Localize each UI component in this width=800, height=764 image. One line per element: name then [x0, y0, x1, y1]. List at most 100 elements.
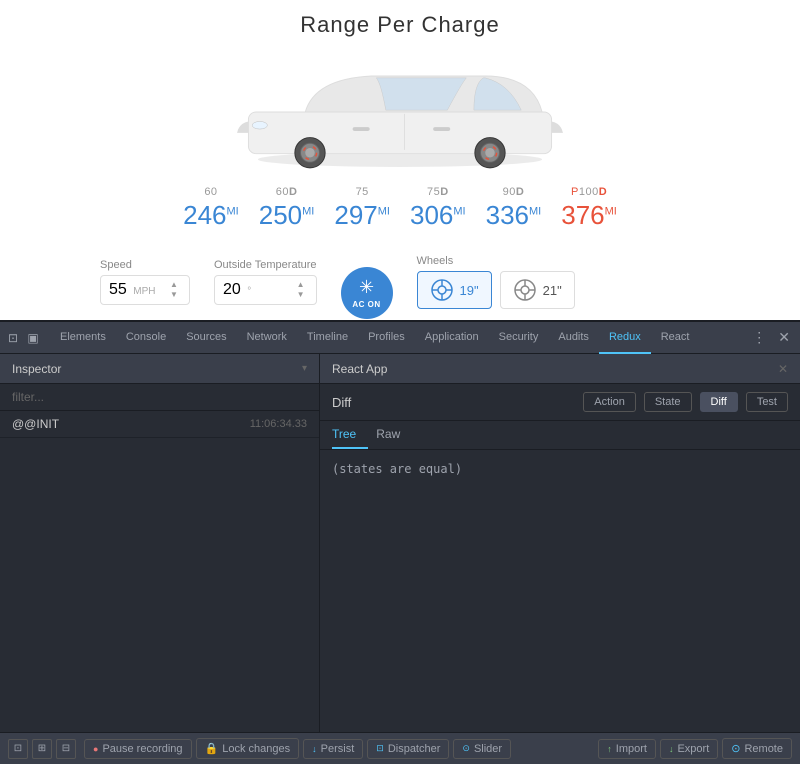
model-range-75: 297MI	[334, 200, 390, 231]
slider-label: Slider	[474, 743, 502, 755]
react-header: React App ✕	[320, 354, 800, 384]
action-item-init[interactable]: @@INIT 11:06:34.33	[0, 411, 319, 438]
devtools-close-icon[interactable]: ✕	[772, 329, 796, 346]
temp-input-box[interactable]: 20 ° ▲ ▼	[214, 275, 317, 305]
inspector-title: Inspector	[12, 362, 61, 376]
speed-label: Speed	[100, 259, 190, 271]
controls-row: Speed 55 MPH ▲ ▼ Outside Temperature 20 …	[100, 245, 700, 319]
tab-sources[interactable]: Sources	[176, 322, 236, 354]
car-svg	[220, 52, 580, 172]
temp-increment[interactable]: ▲	[294, 280, 308, 290]
car-image	[210, 42, 590, 182]
devtools-nav-icons: ⊡ ▣	[4, 329, 42, 347]
model-col-75d: 75D 306MI	[410, 186, 466, 231]
ac-fan-icon: ✳	[359, 277, 374, 298]
app-area: Range Per Charge	[0, 0, 800, 320]
tab-application[interactable]: Application	[415, 322, 489, 354]
slider-icon: ⊙	[462, 743, 470, 754]
pause-recording-btn[interactable]: ● Pause recording	[84, 739, 192, 759]
model-range-60d: 250MI	[259, 200, 315, 231]
pause-icon: ●	[93, 744, 98, 754]
lock-icon: 🔒	[205, 742, 219, 755]
tab-redux[interactable]: Redux	[599, 322, 651, 354]
tab-console[interactable]: Console	[116, 322, 176, 354]
react-pane: React App ✕ Diff Action State Diff Test …	[320, 354, 800, 732]
diff-action-btn[interactable]: Action	[583, 392, 636, 412]
wheels-control: Wheels 19"	[417, 255, 575, 309]
diff-label: Diff	[332, 395, 575, 410]
devtools-tabbar: ⊡ ▣ Elements Console Sources Network Tim…	[0, 322, 800, 354]
temp-control: Outside Temperature 20 ° ▲ ▼	[214, 259, 317, 305]
lock-changes-btn[interactable]: 🔒 Lock changes	[196, 738, 300, 759]
temp-decrement[interactable]: ▼	[294, 290, 308, 300]
model-range-90d: 336MI	[486, 200, 542, 231]
ac-button[interactable]: ✳ AC ON	[341, 267, 393, 319]
model-name-p100d: P100D	[571, 186, 607, 198]
persist-icon: ↓	[312, 744, 317, 754]
remote-label: Remote	[744, 743, 783, 755]
tab-audits[interactable]: Audits	[548, 322, 599, 354]
devtools-bottom-bar: ⊡ ⊞ ⊟ ● Pause recording 🔒 Lock changes ↓…	[0, 732, 800, 764]
model-range-grid: 60 246MI 60D 250MI 75 297MI 75D 306MI 90…	[183, 186, 617, 231]
page-title: Range Per Charge	[300, 12, 499, 38]
bottom-icon-group: ⊡ ⊞ ⊟	[8, 739, 76, 759]
remote-icon: ⊙	[731, 742, 740, 755]
diff-state-btn[interactable]: State	[644, 392, 692, 412]
bottom-icon-3[interactable]: ⊟	[56, 739, 76, 759]
inspector-chevron-icon[interactable]: ▾	[302, 363, 307, 374]
speed-value: 55 MPH	[109, 281, 155, 299]
temp-stepper[interactable]: ▲ ▼	[294, 280, 308, 300]
diff-test-btn[interactable]: Test	[746, 392, 788, 412]
filter-input[interactable]	[0, 384, 319, 411]
import-icon: ↑	[607, 744, 612, 754]
export-icon: ↓	[669, 744, 674, 754]
devtools-pointer-icon[interactable]: ⊡	[4, 329, 22, 347]
tab-timeline[interactable]: Timeline	[297, 322, 358, 354]
speed-decrement[interactable]: ▼	[167, 290, 181, 300]
model-name-75: 75	[356, 186, 369, 198]
export-btn[interactable]: ↓ Export	[660, 739, 718, 759]
wheels-label: Wheels	[417, 255, 575, 267]
tab-network[interactable]: Network	[237, 322, 297, 354]
model-col-90d: 90D 336MI	[486, 186, 542, 231]
import-btn[interactable]: ↑ Import	[598, 739, 656, 759]
diff-diff-btn[interactable]: Diff	[700, 392, 738, 412]
export-label: Export	[677, 743, 709, 755]
persist-btn[interactable]: ↓ Persist	[303, 739, 363, 759]
diff-subtab-raw[interactable]: Raw	[376, 421, 412, 449]
tab-react[interactable]: React	[651, 322, 700, 354]
persist-label: Persist	[321, 743, 355, 755]
wheel-size-19: 19"	[460, 283, 479, 298]
diff-subtab-tree[interactable]: Tree	[332, 421, 368, 449]
model-col-60: 60 246MI	[183, 186, 239, 231]
action-time-init: 11:06:34.33	[250, 418, 307, 430]
speed-input-box[interactable]: 55 MPH ▲ ▼	[100, 275, 190, 305]
model-col-60d: 60D 250MI	[259, 186, 315, 231]
bottom-icon-2[interactable]: ⊞	[32, 739, 52, 759]
react-close-icon[interactable]: ✕	[778, 362, 788, 376]
slider-btn[interactable]: ⊙ Slider	[453, 739, 511, 759]
ac-label: AC ON	[352, 300, 380, 309]
wheel-size-21: 21"	[543, 283, 562, 298]
diff-content-text: (states are equal)	[332, 462, 462, 476]
speed-increment[interactable]: ▲	[167, 280, 181, 290]
devtools-inspect-icon[interactable]: ▣	[24, 329, 42, 347]
remote-btn[interactable]: ⊙ Remote	[722, 738, 792, 759]
model-col-p100d: P100D 376MI	[561, 186, 617, 231]
tab-security[interactable]: Security	[489, 322, 549, 354]
model-range-60: 246MI	[183, 200, 239, 231]
devtools-more-icon[interactable]: ⋮	[746, 329, 772, 346]
model-name-60: 60	[204, 186, 217, 198]
tab-elements[interactable]: Elements	[50, 322, 116, 354]
speed-stepper[interactable]: ▲ ▼	[167, 280, 181, 300]
wheel-option-19[interactable]: 19"	[417, 271, 492, 309]
model-col-75: 75 297MI	[334, 186, 390, 231]
wheel-icon-21	[513, 278, 537, 302]
inspector-pane: Inspector ▾ @@INIT 11:06:34.33	[0, 354, 320, 732]
tab-profiles[interactable]: Profiles	[358, 322, 415, 354]
model-name-60d: 60D	[276, 186, 298, 198]
wheel-option-21[interactable]: 21"	[500, 271, 575, 309]
dispatcher-btn[interactable]: ⊡ Dispatcher	[367, 739, 449, 759]
diff-content: (states are equal)	[320, 450, 800, 732]
bottom-icon-1[interactable]: ⊡	[8, 739, 28, 759]
